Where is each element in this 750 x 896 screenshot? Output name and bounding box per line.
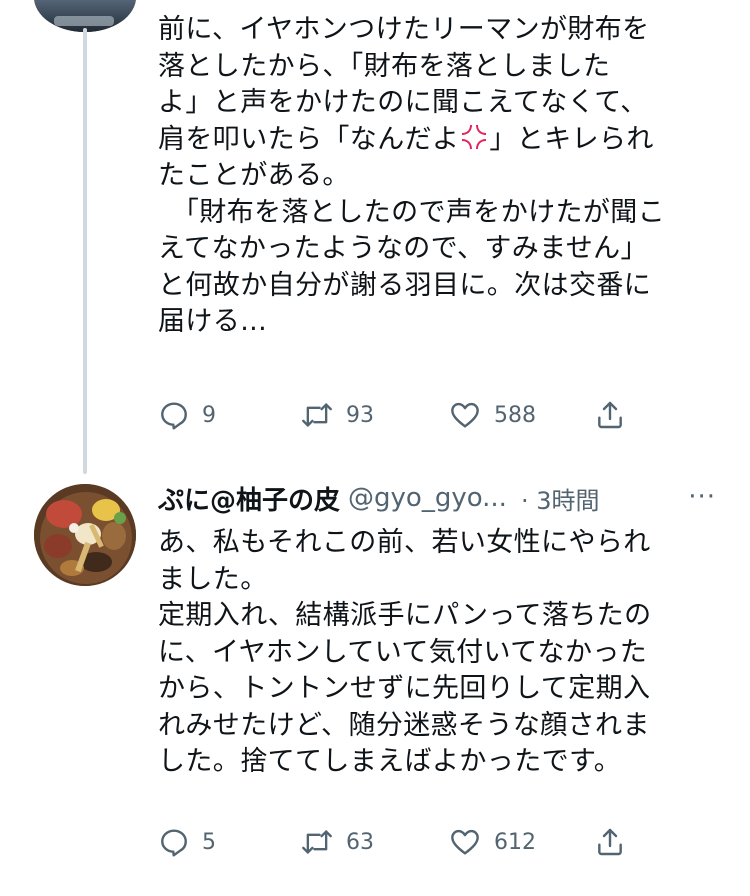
tweet-2-header: ぷに@柚子の皮 @gyo_gyo... · 3時間 ··· — [158, 478, 738, 518]
like-button[interactable]: 612 — [448, 822, 536, 862]
tweet-1-line: 届ける... — [158, 306, 268, 337]
tweet-2-line: れみせたけど、随分迷惑そうな顔されま — [158, 709, 650, 741]
share-icon — [598, 401, 622, 429]
tweet-1-line: と何故か自分が謝る羽目に。次は交番に — [158, 269, 652, 301]
reply-count: 5 — [202, 829, 216, 855]
share-icon — [598, 828, 622, 856]
retweet-icon — [302, 403, 332, 427]
tweet-1-line: 」とキレられ — [489, 123, 654, 155]
retweet-count: 93 — [346, 402, 374, 428]
like-button[interactable]: 588 — [448, 395, 536, 435]
tweet-1-line: 前に、イヤホンつけたリーマンが財布を — [158, 14, 650, 45]
tweet-1-line: 落としたから、「財布を落としました — [158, 50, 611, 82]
tweet-1-line: よ」と声をかけたのに聞こえてなくて、 — [158, 87, 648, 118]
reply-button[interactable]: 9 — [158, 395, 216, 435]
tweet-2-line: に、イヤホンしていて気付いてなかった — [158, 636, 648, 668]
tweet-2-line: した。捨ててしまえばよかったです。 — [158, 746, 622, 777]
tweet-1-line: 「財布を落としたので声をかけたが聞こ — [158, 196, 666, 228]
tweet-2-line: から、トントンせずに先回りして定期入 — [158, 673, 651, 704]
tweet-2-line: ました。 — [158, 563, 268, 595]
avatar-food-image — [34, 484, 136, 586]
retweet-count: 63 — [346, 829, 374, 855]
tweet-1-line: えてなかったようなので、すみません」 — [158, 233, 648, 264]
tweet-timestamp[interactable]: · 3時間 — [521, 481, 600, 516]
heart-icon — [451, 402, 479, 428]
tweet-2-line: あ、私もそれこの前、若い女性にやられ — [158, 527, 651, 558]
tweet-1-action-bar: 9 93 588 — [158, 395, 638, 435]
like-count: 588 — [494, 402, 536, 428]
avatar-user[interactable] — [34, 484, 136, 586]
tweet-2-text: あ、私もそれこの前、若い女性にやられ ました。 定期入れ、結構派手にパンって落ち… — [158, 525, 651, 781]
reply-button[interactable]: 5 — [158, 822, 216, 862]
display-name[interactable]: ぷに@柚子の皮 — [158, 480, 340, 517]
tweet-2-line: 定期入れ、結構派手にパンって落ちたの — [158, 600, 652, 631]
more-options-icon[interactable]: ··· — [688, 482, 716, 512]
retweet-icon — [302, 830, 332, 854]
share-button[interactable] — [594, 822, 626, 862]
tweet-1-text: 前に、イヤホンつけたリーマンが財布を 落としたから、「財布を落としました よ」と… — [158, 12, 665, 341]
tweet-1-line: 肩を叩いたら「なんだよ — [158, 123, 460, 155]
reply-icon — [161, 829, 187, 857]
share-button[interactable] — [594, 395, 626, 435]
anger-symbol-icon — [462, 124, 487, 149]
tweet-2-action-bar: 5 63 612 — [158, 822, 638, 862]
retweet-button[interactable]: 93 — [300, 395, 374, 435]
heart-icon — [451, 829, 479, 855]
thread-connector-line — [83, 28, 87, 474]
like-count: 612 — [494, 829, 536, 855]
reply-count: 9 — [202, 402, 216, 428]
user-handle[interactable]: @gyo_gyo... — [348, 483, 507, 513]
reply-icon — [161, 402, 187, 430]
tweet-1-line: たことがある。 — [158, 160, 350, 191]
retweet-button[interactable]: 63 — [300, 822, 374, 862]
